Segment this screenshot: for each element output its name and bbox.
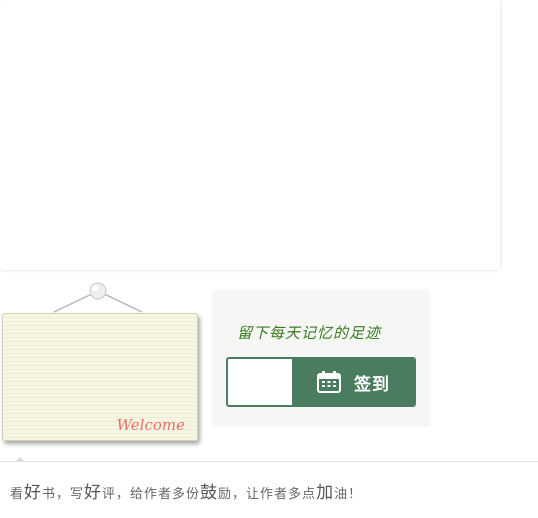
welcome-sign: Welcome — [2, 313, 198, 441]
divider-marker — [16, 457, 24, 461]
signin-button-label: 签到 — [354, 374, 390, 395]
welcome-text: Welcome — [116, 416, 185, 434]
divider — [0, 461, 538, 462]
encouragement-text: 看好书，写好评，给作者多份鼓励，让作者多点加油！ — [10, 483, 363, 503]
signin-tagline: 留下每天记忆的足迹 — [237, 324, 382, 342]
signin-status-box — [228, 359, 292, 405]
calendar-icon — [317, 371, 341, 393]
signin-control: 签到 — [226, 357, 416, 407]
signin-card: 留下每天记忆的足迹 签到 — [213, 290, 429, 426]
content-panel — [0, 0, 500, 270]
nail-icon — [89, 282, 107, 300]
signin-button[interactable]: 签到 — [292, 359, 414, 405]
